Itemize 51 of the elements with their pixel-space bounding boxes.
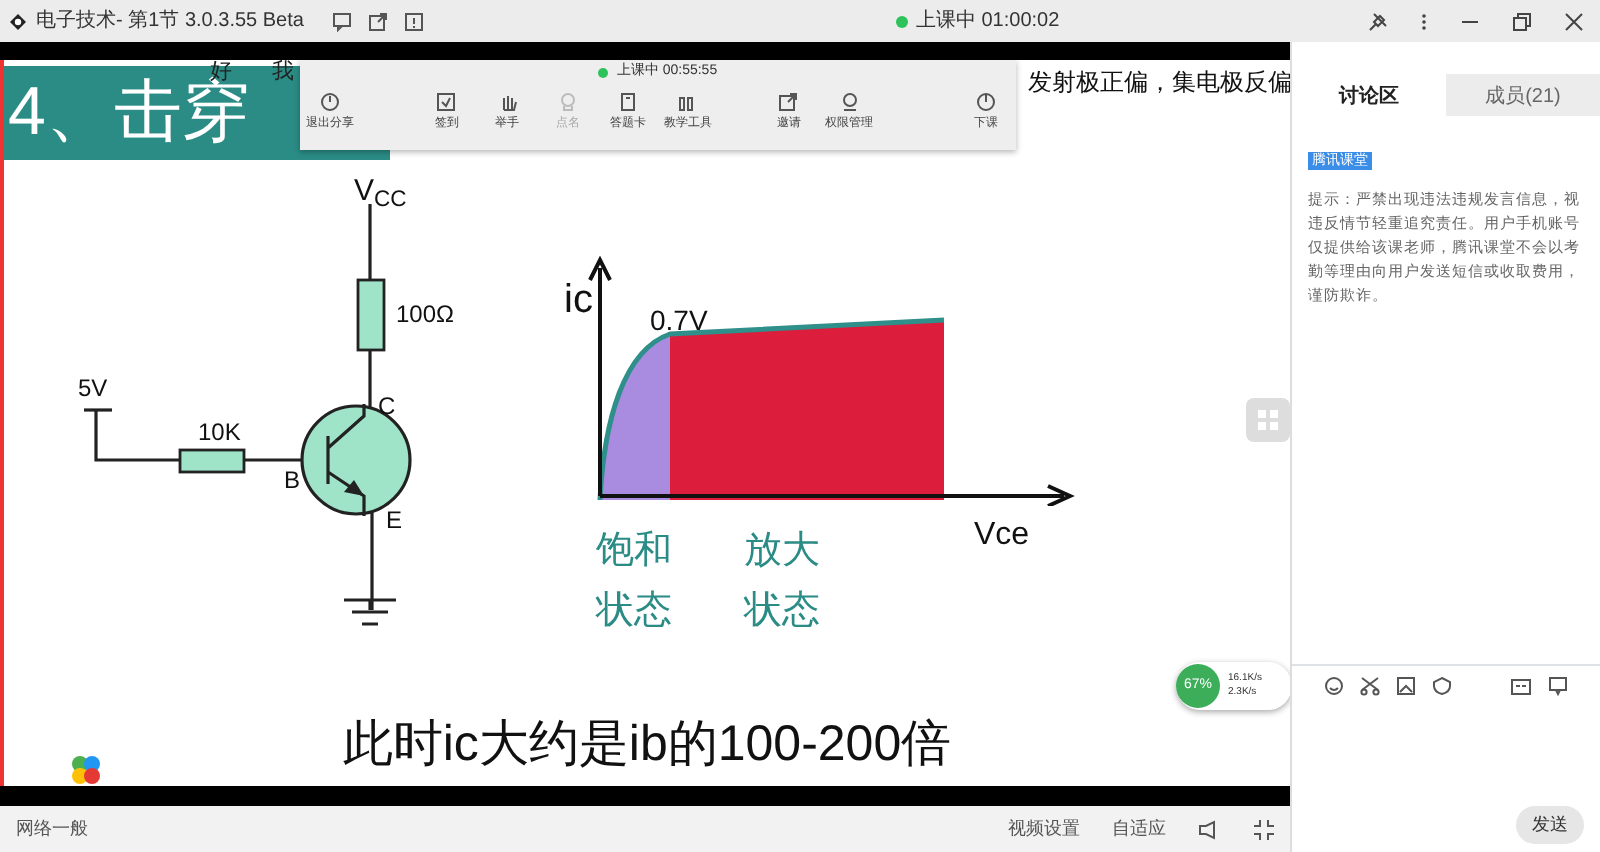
circuit-label: V$_{CC}$	[354, 176, 407, 206]
graph-label: 0.7V	[650, 306, 708, 334]
region-label: 状态	[596, 592, 672, 630]
people-icon	[839, 92, 860, 112]
shield-icon[interactable]	[1432, 675, 1452, 695]
comment-icon[interactable]	[1548, 675, 1568, 695]
tools-icon	[678, 92, 699, 112]
card-icon	[617, 92, 638, 112]
app-title: 电子技术- 第1节 3.0.3.55 Beta	[36, 7, 304, 36]
circuit-label: 5V	[78, 376, 108, 400]
card-icon[interactable]	[1510, 675, 1532, 695]
network-status: 网络一般	[16, 815, 88, 842]
send-button[interactable]: 发送	[1516, 805, 1584, 844]
panel-tab[interactable]: 成员(21)	[1446, 74, 1600, 116]
power-icon	[975, 92, 996, 112]
hand-icon	[497, 92, 518, 112]
alert-icon[interactable]	[403, 11, 424, 31]
chat-icon[interactable]	[331, 11, 352, 31]
circuit-label: C	[378, 394, 396, 418]
exit-fullscreen-icon[interactable]	[1254, 819, 1274, 839]
circuit-label: B	[284, 468, 301, 492]
live-dot-icon	[598, 67, 609, 77]
power-icon	[320, 92, 341, 112]
status-bar-link[interactable]: 视频设置	[1008, 815, 1080, 843]
logo-icon	[8, 11, 28, 31]
badge-icon	[557, 92, 578, 112]
region-label: 放大	[744, 532, 820, 570]
danmaku-text: 好	[210, 60, 232, 84]
circuit-label: 100Ω	[396, 302, 454, 326]
live-dot-icon	[895, 15, 908, 27]
class-status: 上课中 01:00:02	[915, 7, 1060, 36]
restore-icon[interactable]	[1512, 11, 1532, 31]
pin-icon[interactable]	[1368, 11, 1388, 31]
slide-subtitle: 发射极正偏，集电极反偏	[1028, 66, 1290, 100]
scissors-icon[interactable]	[1360, 675, 1380, 695]
status-bar-link[interactable]: 自适应	[1112, 815, 1166, 843]
image-icon[interactable]	[1396, 675, 1416, 695]
close-icon[interactable]	[1564, 11, 1584, 31]
region-label: 状态	[744, 592, 820, 630]
graph-label: ic	[564, 280, 593, 320]
circuit-label: E	[386, 508, 403, 532]
slide-caption: 此时ic大约是ib的100-200倍	[340, 720, 954, 770]
emoji-icon[interactable]	[1324, 675, 1344, 695]
share-icon[interactable]	[367, 11, 388, 31]
region-label: 饱和	[596, 532, 672, 570]
danmaku-text: 我	[272, 60, 294, 88]
share-icon	[778, 92, 799, 112]
checkbox-icon	[436, 92, 457, 112]
more-icon[interactable]	[1420, 11, 1428, 31]
graph-label: Vce	[974, 520, 1030, 552]
circuit-label: 10K	[198, 420, 241, 444]
